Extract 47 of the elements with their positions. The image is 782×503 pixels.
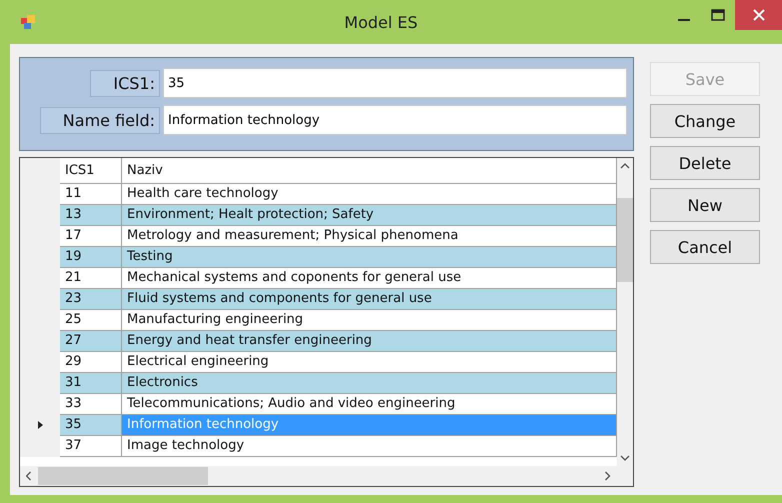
field-label: Name field: [40,106,160,134]
close-button[interactable] [735,0,782,30]
table-cell: 23 [60,289,122,310]
app-icon [21,15,35,29]
table-cell: Energy and heat transfer engineering [122,331,617,352]
scroll-right-icon [605,471,611,481]
table-cell: Manufacturing engineering [122,310,617,331]
field-label: ICS1: [90,70,160,96]
table-cell: 17 [60,226,122,247]
table-cell: 27 [60,331,122,352]
action-button[interactable]: New [650,188,760,222]
table-cell: Environment; Healt protection; Safety [122,205,617,226]
table-cell: Telecommunications; Audio and video engineering [122,394,617,415]
table-cell: 33 [60,394,122,415]
table-cell: Electronics [122,373,617,394]
table-cell: 37 [60,436,122,457]
action-button[interactable]: Delete [650,146,760,180]
column-header[interactable]: ICS1 [60,158,122,184]
table-cell: 31 [60,373,122,394]
table-cell: Information technology [122,415,617,436]
window-title: Model ES [343,12,419,32]
table-cell: Mechanical systems and coponents for general use [122,268,617,289]
close-icon [752,9,764,21]
table-cell: Metrology and measurement; Physical phenomena [122,226,617,247]
table-cell: 25 [60,310,122,331]
action-button[interactable]: Cancel [650,230,760,264]
table-cell: 29 [60,352,122,373]
table-cell: Electrical engineering [122,352,617,373]
table-cell: 11 [60,184,122,205]
scroll-thumb[interactable] [617,198,633,282]
table-cell: 13 [60,205,122,226]
maximize-icon [711,9,725,21]
table-cell: 19 [60,247,122,268]
row-pointer-icon [38,421,42,429]
action-button[interactable]: Change [650,104,760,138]
table-cell: Health care technology [122,184,617,205]
table-cell: 35 [60,415,122,436]
table-cell: 21 [60,268,122,289]
minimize-icon [678,18,690,20]
column-header[interactable]: Naziv [122,158,617,184]
table-cell: Testing [122,247,617,268]
table-cell: Fluid systems and components for general use [122,289,617,310]
scroll-thumb[interactable] [38,467,208,485]
scroll-left-icon [26,471,32,481]
table-cell: Image technology [122,436,617,457]
input-field[interactable]: 35 [163,68,627,98]
input-field[interactable]: Information technology [163,105,627,135]
